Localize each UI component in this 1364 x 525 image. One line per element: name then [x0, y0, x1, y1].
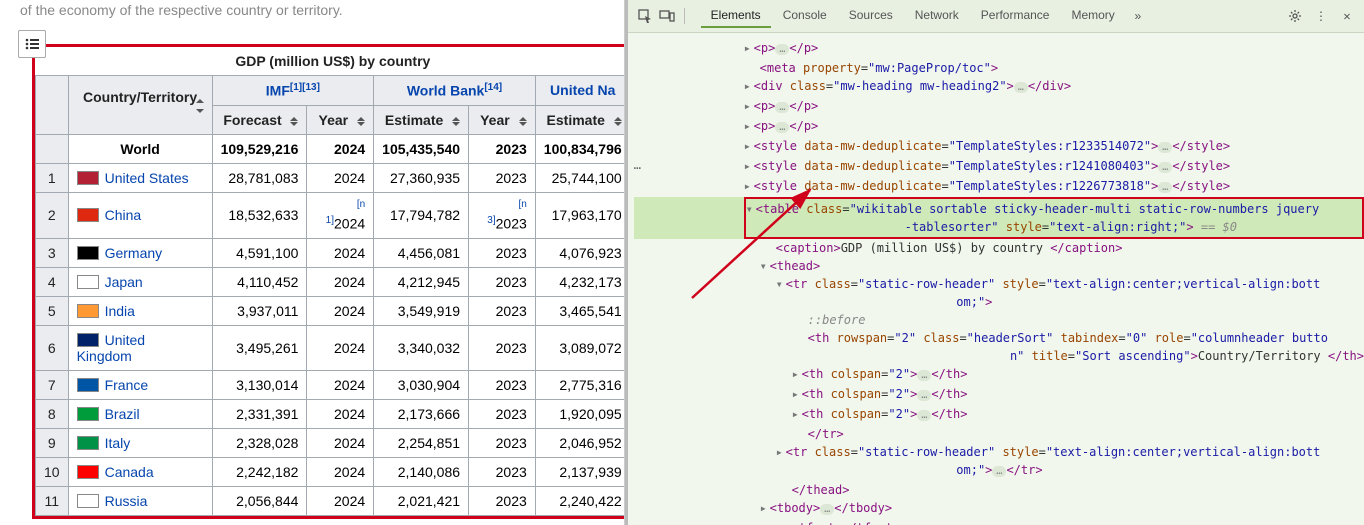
table-row: 6 United Kingdom 3,495,2612024 3,340,032…: [36, 325, 625, 370]
table-row: 8 Brazil 2,331,3912024 2,173,6662023 1,9…: [36, 399, 625, 428]
devtools-toolbar: ElementsConsoleSourcesNetworkPerformance…: [628, 0, 1364, 33]
tab-sources[interactable]: Sources: [839, 4, 903, 28]
col-group-wb: World Bank[14]: [374, 76, 536, 106]
more-tabs-icon[interactable]: »: [1129, 7, 1147, 25]
device-icon[interactable]: [658, 7, 676, 25]
table-row: 1 United States 28,781,0832024 27,360,93…: [36, 163, 625, 192]
gdp-table: GDP (million US$) by country Country/Ter…: [35, 47, 625, 516]
gdp-table-highlight: GDP (million US$) by country Country/Ter…: [32, 44, 625, 519]
col-group-imf: IMF[1][13]: [212, 76, 374, 106]
tab-console[interactable]: Console: [773, 4, 837, 28]
table-row: 3 Germany 4,591,1002024 4,456,0812023 4,…: [36, 238, 625, 267]
country-link[interactable]: France: [105, 377, 149, 393]
devtools-pane: ElementsConsoleSourcesNetworkPerformance…: [625, 0, 1364, 525]
tab-network[interactable]: Network: [905, 4, 969, 28]
col-group-un: United Na: [535, 76, 624, 106]
tab-memory[interactable]: Memory: [1061, 4, 1124, 28]
selected-element-row[interactable]: ▾<table class="wikitable sortable sticky…: [634, 197, 1364, 239]
inspect-icon[interactable]: [636, 7, 654, 25]
table-row: 5 India 3,937,0112024 3,549,9192023 3,46…: [36, 296, 625, 325]
toc-toggle-button[interactable]: [18, 30, 46, 58]
table-row: 7 France 3,130,0142024 3,030,9042023 2,7…: [36, 370, 625, 399]
col-estimate-un[interactable]: Estimate: [535, 105, 624, 134]
col-forecast[interactable]: Forecast: [212, 105, 307, 134]
intro-text: of the economy of the respective country…: [0, 0, 624, 26]
table-row: 4 Japan 4,110,4522024 4,212,9452023 4,23…: [36, 267, 625, 296]
country-link[interactable]: Russia: [105, 493, 148, 509]
tab-elements[interactable]: Elements: [701, 4, 771, 28]
country-link[interactable]: Canada: [105, 464, 154, 480]
close-icon[interactable]: ✕: [1338, 7, 1356, 25]
table-row: 2 China 18,532,633[n 1]2024 17,794,782[n…: [36, 192, 625, 238]
webpage-pane: of the economy of the respective country…: [0, 0, 625, 525]
tab-performance[interactable]: Performance: [971, 4, 1060, 28]
col-year-wb[interactable]: Year: [469, 105, 536, 134]
country-link[interactable]: India: [105, 303, 135, 319]
country-link[interactable]: Japan: [105, 274, 143, 290]
table-caption: GDP (million US$) by country: [35, 47, 625, 75]
col-country[interactable]: Country/Territory: [68, 76, 212, 135]
table-row: 9 Italy 2,328,0282024 2,254,8512023 2,04…: [36, 428, 625, 457]
table-row: 10 Canada 2,242,1822024 2,140,0862023 2,…: [36, 457, 625, 486]
kebab-icon[interactable]: ⋮: [1312, 7, 1330, 25]
world-row: World 109,529,2162024 105,435,5402023 10…: [36, 134, 625, 163]
country-link[interactable]: Italy: [105, 435, 131, 451]
list-icon: [25, 38, 39, 50]
country-link[interactable]: China: [105, 207, 142, 223]
col-year-imf[interactable]: Year: [307, 105, 374, 134]
overflow-dots-icon[interactable]: ⋯: [632, 159, 643, 177]
country-link[interactable]: Brazil: [105, 406, 140, 422]
country-link[interactable]: United States: [105, 170, 189, 186]
table-row: 11 Russia 2,056,8442024 2,021,4212023 2,…: [36, 486, 625, 515]
devtools-tabs: ElementsConsoleSourcesNetworkPerformance…: [701, 4, 1125, 28]
country-link[interactable]: Germany: [105, 245, 163, 261]
settings-icon[interactable]: [1286, 7, 1304, 25]
col-estimate-wb[interactable]: Estimate: [374, 105, 469, 134]
elements-tree[interactable]: ⋯ ▸<p>…</p> <meta property="mw:PageProp/…: [628, 33, 1364, 525]
